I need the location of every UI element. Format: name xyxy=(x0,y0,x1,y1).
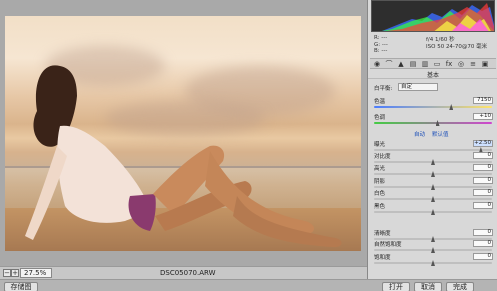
hsl-tab-icon[interactable]: ▤ xyxy=(409,60,417,68)
slider-value-field[interactable]: 0 xyxy=(473,152,493,159)
file-name: DSC05070.ARW xyxy=(160,269,216,277)
photo-preview[interactable] xyxy=(5,16,361,251)
slider-label: 阴影 xyxy=(374,179,386,185)
slider-label: 自然饱和度 xyxy=(374,242,402,248)
zoom-level-select[interactable]: 27.5% xyxy=(20,268,52,278)
zoom-out-button[interactable]: − xyxy=(3,269,11,277)
slider-value-field[interactable]: 7150 xyxy=(473,97,493,104)
default-link[interactable]: 默认值 xyxy=(432,130,449,138)
figure-silhouette xyxy=(25,65,342,248)
slider-thumb[interactable] xyxy=(435,120,440,126)
slider-label: 色调 xyxy=(374,115,386,121)
tone-curve-tab-icon[interactable]: ⌒ xyxy=(385,60,393,68)
white-balance-select[interactable]: 自定 xyxy=(398,83,438,91)
preview-status-bar: − + 27.5% DSC05070.ARW xyxy=(0,266,367,279)
camera-calibration-tab-icon[interactable]: ◎ xyxy=(457,60,465,68)
slider-thumb[interactable] xyxy=(431,171,435,177)
slider-thumb[interactable] xyxy=(431,247,435,253)
zoom-in-button[interactable]: + xyxy=(11,269,19,277)
adjustment-slider[interactable] xyxy=(374,196,492,202)
slider-label: 饱和度 xyxy=(374,255,391,261)
slider-label: 对比度 xyxy=(374,154,391,160)
exif-info: f/4 1/60 秒 ISO 50 24-70@70 毫米 xyxy=(426,37,488,50)
slider-value-field[interactable]: 0 xyxy=(473,177,493,184)
lens-tab-icon[interactable]: ▭ xyxy=(433,60,441,68)
adjustment-slider[interactable] xyxy=(374,260,492,266)
slider-value-field[interactable]: 0 xyxy=(473,240,493,247)
basic-tab-icon[interactable]: ◉ xyxy=(373,60,381,68)
section-title: 基本 xyxy=(368,70,497,79)
open-button[interactable]: 打开 xyxy=(382,282,410,291)
dialog-footer: 存储图像... 打开 取消 完成 xyxy=(0,279,497,291)
fx-tab-icon[interactable]: fx xyxy=(445,60,453,68)
detail-tab-icon[interactable]: ▲ xyxy=(397,60,405,68)
save-image-button[interactable]: 存储图像... xyxy=(4,282,38,291)
slider-value-field[interactable]: 0 xyxy=(473,164,493,171)
slider-label: 白色 xyxy=(374,191,386,197)
snapshots-tab-icon[interactable]: ▣ xyxy=(481,60,489,68)
slider-value-field[interactable]: 0 xyxy=(473,202,493,209)
rgb-readout: R: --- G: --- B: --- xyxy=(374,35,388,54)
preview-area xyxy=(0,0,367,266)
slider-thumb[interactable] xyxy=(431,260,435,266)
panel-tab-strip: ◉ ⌒ ▲ ▤ ▥ ▭ fx ◎ ≡ ▣ xyxy=(370,58,496,69)
adjustment-slider[interactable] xyxy=(374,159,492,165)
slider-label: 高光 xyxy=(374,166,386,172)
slider-label: 清晰度 xyxy=(374,231,391,237)
slider-label: 黑色 xyxy=(374,204,386,210)
adjustment-panel: R: --- G: --- B: --- f/4 1/60 秒 ISO 50 2… xyxy=(367,0,497,279)
slider-label: 色温 xyxy=(374,99,386,105)
slider-thumb[interactable] xyxy=(431,196,435,202)
adjustment-slider[interactable] xyxy=(374,120,492,126)
histogram xyxy=(371,0,495,32)
split-toning-tab-icon[interactable]: ▥ xyxy=(421,60,429,68)
slider-value-field[interactable]: +2.50 xyxy=(473,140,493,147)
camera-raw-window: − + 27.5% DSC05070.ARW R: --- G: --- B: … xyxy=(0,0,497,291)
presets-tab-icon[interactable]: ≡ xyxy=(469,60,477,68)
slider-label: 曝光 xyxy=(374,142,386,148)
slider-thumb[interactable] xyxy=(431,209,435,215)
slider-value-field[interactable]: 0 xyxy=(473,189,493,196)
adjustment-slider[interactable] xyxy=(374,209,492,215)
pixel-info: R: --- G: --- B: --- f/4 1/60 秒 ISO 50 2… xyxy=(370,34,496,56)
cancel-button[interactable]: 取消 xyxy=(414,282,442,291)
slider-thumb[interactable] xyxy=(431,236,435,242)
slider-value-field[interactable]: 0 xyxy=(473,229,493,236)
adjustment-slider[interactable] xyxy=(374,104,492,110)
white-balance-label: 白平衡: xyxy=(374,86,393,92)
adjustment-slider[interactable] xyxy=(374,147,492,153)
slider-thumb[interactable] xyxy=(449,104,454,110)
slider-thumb[interactable] xyxy=(431,184,435,190)
slider-value-field[interactable]: 0 xyxy=(473,253,493,260)
slider-thumb[interactable] xyxy=(431,159,435,165)
adjustment-slider[interactable] xyxy=(374,171,492,177)
slider-value-field[interactable]: +10 xyxy=(473,113,493,120)
adjustment-slider[interactable] xyxy=(374,247,492,253)
done-button[interactable]: 完成 xyxy=(446,282,474,291)
auto-link[interactable]: 自动 xyxy=(414,130,425,138)
adjustment-slider[interactable] xyxy=(374,184,492,190)
